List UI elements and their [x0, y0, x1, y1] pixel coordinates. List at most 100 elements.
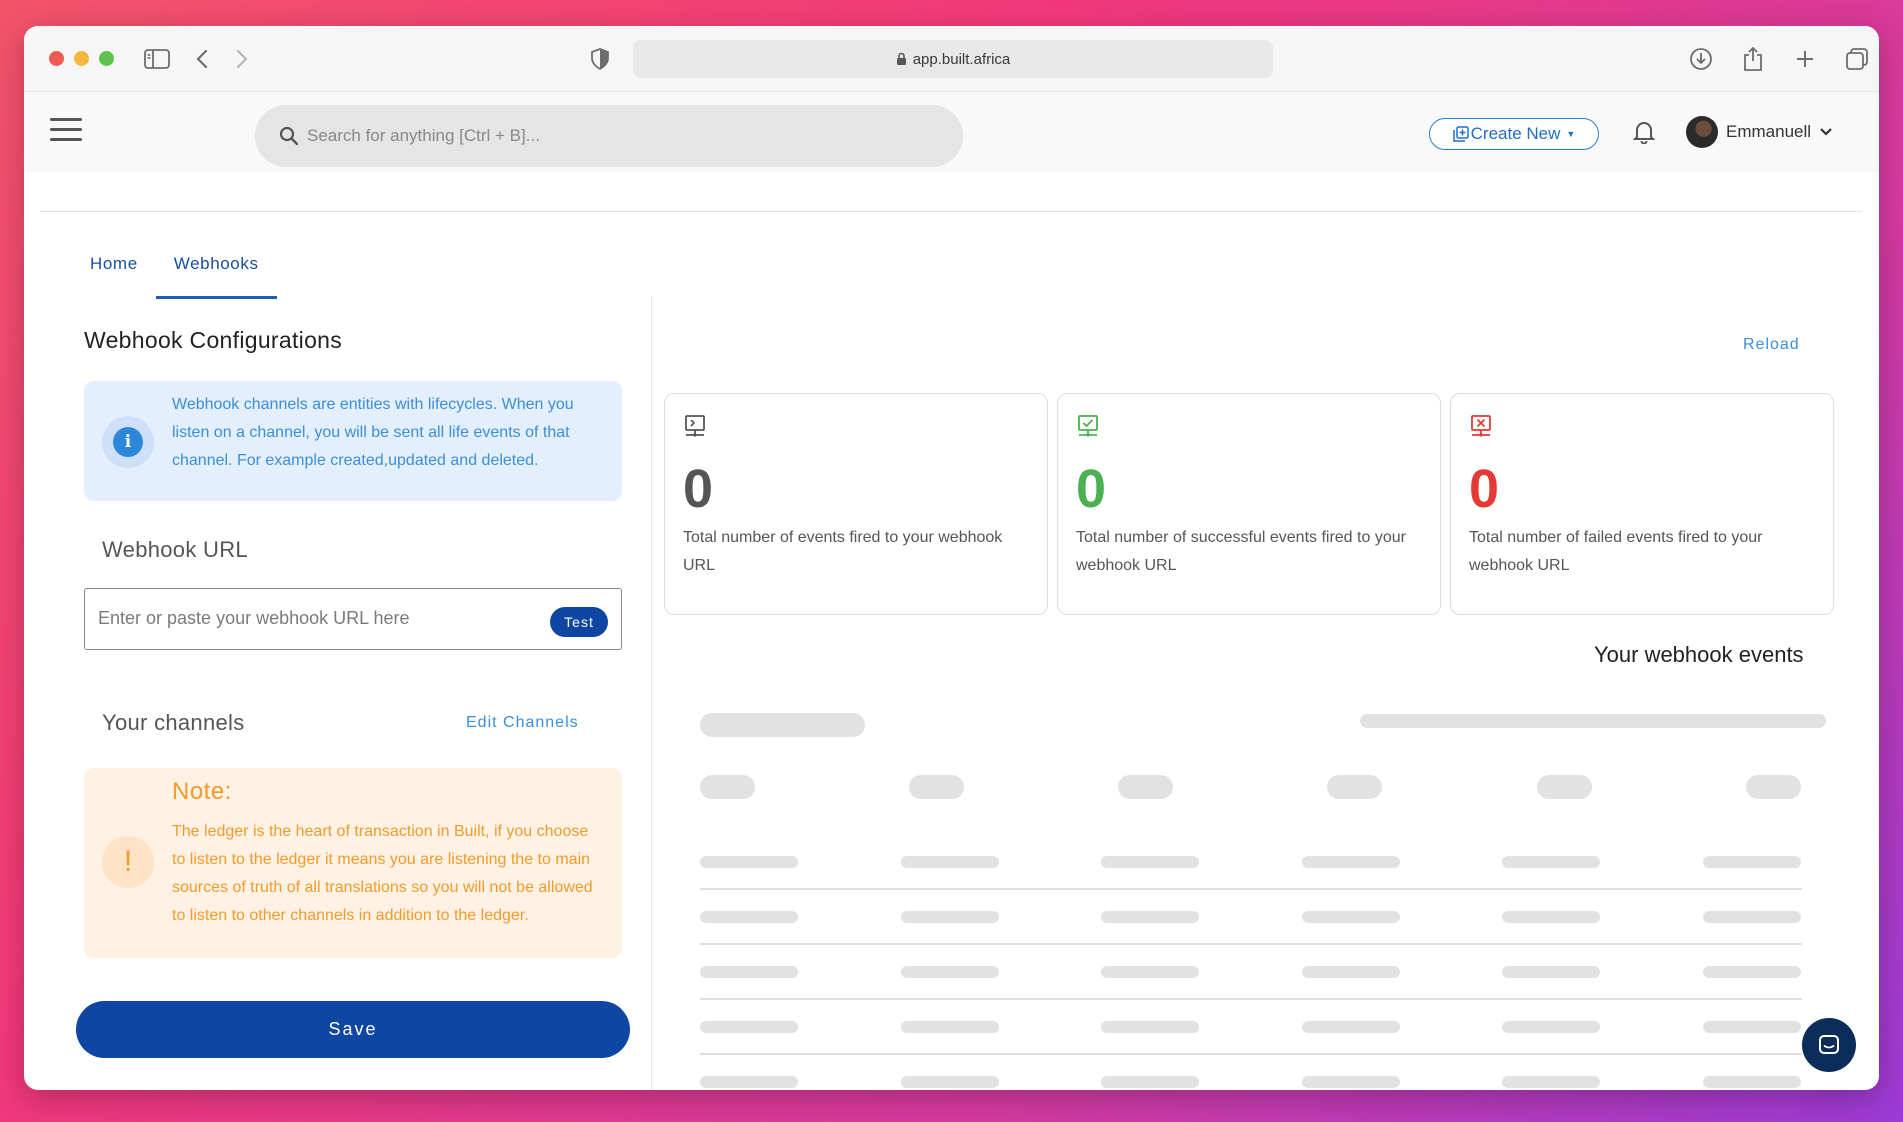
new-tab-icon[interactable]	[1792, 46, 1818, 72]
skeleton-cell	[1703, 966, 1801, 978]
avatar	[1686, 116, 1718, 148]
tab-webhooks-label: Webhooks	[173, 254, 259, 273]
stat-card-failed: 0 Total number of failed events fired to…	[1450, 393, 1834, 615]
downloads-icon[interactable]	[1688, 46, 1714, 72]
menu-icon[interactable]	[50, 118, 82, 142]
skeleton-cell	[901, 911, 999, 923]
close-window-button[interactable]	[49, 51, 64, 66]
forward-icon[interactable]	[229, 46, 255, 72]
skeleton-cell	[901, 966, 999, 978]
skeleton-cell	[1302, 856, 1400, 868]
stat-card-total: 0 Total number of events fired to your w…	[664, 393, 1048, 615]
skeleton-cell	[1502, 1076, 1600, 1088]
note-text: The ledger is the heart of transaction i…	[172, 823, 593, 924]
search-icon	[279, 126, 299, 146]
edit-channels-link[interactable]: Edit Channels	[466, 714, 579, 732]
skeleton-cell	[1101, 911, 1199, 923]
address-bar[interactable]: app.built.africa	[633, 40, 1273, 78]
page-top-divider	[40, 172, 1862, 212]
browser-window: app.built.africa Search for anything [Ct…	[24, 26, 1879, 1090]
info-callout: i Webhook channels are entities with lif…	[84, 381, 622, 501]
skeleton-cell	[1502, 856, 1600, 868]
skeleton-header-cell	[1118, 775, 1173, 799]
events-title: Your webhook events	[1594, 642, 1804, 667]
skeleton-cell	[700, 911, 798, 923]
skeleton-cell	[901, 1021, 999, 1033]
skeleton-header-cell	[1537, 775, 1592, 799]
app-header: Search for anything [Ctrl + B]... Create…	[24, 92, 1879, 172]
stat-success-value: 0	[1076, 459, 1107, 519]
browser-toolbar: app.built.africa	[24, 26, 1879, 92]
skeleton-cell	[1502, 1021, 1600, 1033]
tab-bar: Home Webhooks	[72, 254, 277, 299]
skeleton-block	[700, 713, 865, 737]
skeleton-cell	[700, 1021, 798, 1033]
skeleton-cell	[1703, 1021, 1801, 1033]
create-new-button[interactable]: Create New ▼	[1429, 118, 1599, 150]
notifications-bell-icon[interactable]	[1632, 120, 1656, 149]
skeleton-block	[1360, 714, 1826, 728]
tab-webhooks[interactable]: Webhooks	[155, 254, 277, 299]
tab-home[interactable]: Home	[72, 254, 156, 298]
tab-overview-icon[interactable]	[1844, 46, 1870, 72]
share-icon[interactable]	[1740, 46, 1766, 72]
note-title: Note:	[172, 778, 232, 805]
monitor-error-icon	[1469, 414, 1493, 443]
stat-success-label: Total number of successful events fired …	[1076, 529, 1406, 574]
skeleton-cell	[700, 966, 798, 978]
channels-label: Your channels	[102, 710, 245, 735]
skeleton-header-cell	[700, 775, 755, 799]
skeleton-cell	[1101, 1021, 1199, 1033]
info-icon: i	[102, 416, 154, 468]
skeleton-row-divider	[700, 1053, 1802, 1055]
skeleton-cell	[1502, 911, 1600, 923]
back-icon[interactable]	[189, 46, 215, 72]
privacy-shield-icon[interactable]	[587, 46, 613, 72]
skeleton-cell	[1101, 856, 1199, 868]
user-name: Emmanuell	[1726, 122, 1812, 141]
chat-icon	[1819, 1035, 1839, 1054]
search-bar[interactable]: Search for anything [Ctrl + B]...	[255, 105, 963, 167]
stat-total-value: 0	[683, 459, 714, 519]
skeleton-header-cell	[1327, 775, 1382, 799]
skeleton-cell	[1302, 1076, 1400, 1088]
webhook-url-label: Webhook URL	[102, 537, 248, 562]
skeleton-row-divider	[700, 998, 1802, 1000]
skeleton-cell	[1302, 966, 1400, 978]
caret-down-icon: ▼	[1566, 129, 1576, 139]
stat-total-label: Total number of events fired to your web…	[683, 529, 1003, 574]
reload-link[interactable]: Reload	[1743, 336, 1800, 354]
minimize-window-button[interactable]	[74, 51, 89, 66]
create-new-label: Create New	[1470, 124, 1561, 143]
skeleton-header-cell	[909, 775, 964, 799]
test-button[interactable]: Test	[550, 607, 608, 637]
tab-home-label: Home	[90, 254, 138, 273]
address-text: app.built.africa	[912, 50, 1011, 68]
sidebar-toggle-icon[interactable]	[144, 46, 170, 72]
skeleton-cell	[1302, 1021, 1400, 1033]
info-text: Webhook channels are entities with lifec…	[172, 396, 574, 469]
skeleton-cell	[1302, 911, 1400, 923]
skeleton-cell	[901, 1076, 999, 1088]
search-placeholder: Search for anything [Ctrl + B]...	[307, 126, 540, 145]
skeleton-cell	[1703, 856, 1801, 868]
warning-icon: !	[102, 836, 154, 888]
column-divider	[651, 296, 652, 1090]
maximize-window-button[interactable]	[99, 51, 114, 66]
config-title: Webhook Configurations	[84, 327, 343, 353]
chevron-down-icon	[1819, 127, 1833, 137]
save-button[interactable]: Save	[76, 1001, 630, 1058]
skeleton-cell	[1101, 966, 1199, 978]
user-menu[interactable]: Emmanuell	[1686, 116, 1833, 148]
monitor-terminal-icon	[683, 414, 707, 443]
skeleton-cell	[700, 1076, 798, 1088]
stat-failed-value: 0	[1469, 459, 1500, 519]
chat-launcher-button[interactable]	[1802, 1018, 1856, 1072]
skeleton-cell	[1703, 911, 1801, 923]
skeleton-cell	[1703, 1076, 1801, 1088]
monitor-check-icon	[1076, 414, 1100, 443]
add-document-icon	[1452, 126, 1469, 142]
stat-card-success: 0 Total number of successful events fire…	[1057, 393, 1441, 615]
webhook-url-input[interactable]	[85, 589, 525, 647]
skeleton-cell	[1101, 1076, 1199, 1088]
